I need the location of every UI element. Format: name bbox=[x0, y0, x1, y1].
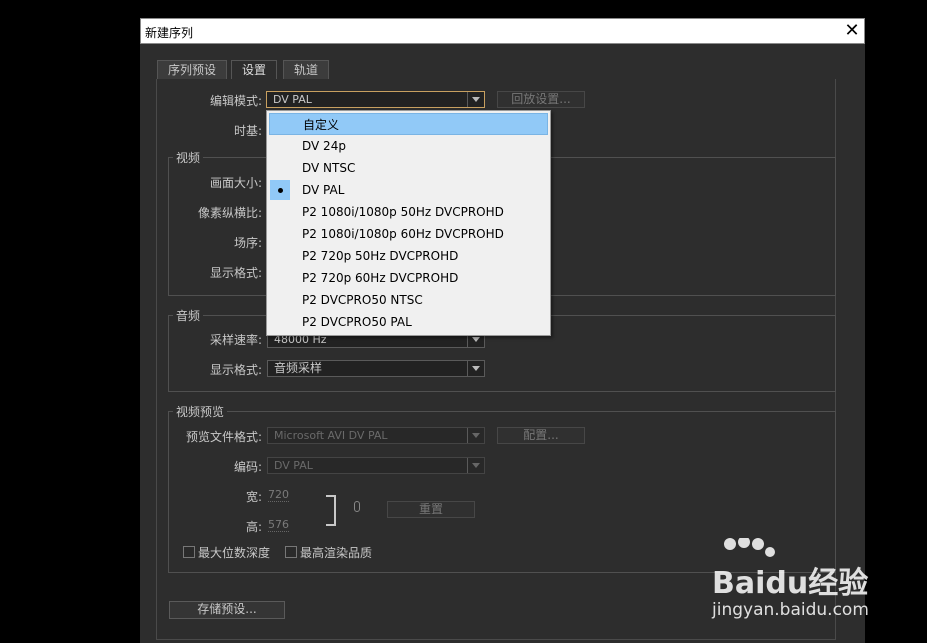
video-preview-group-title: 视频预览 bbox=[173, 403, 228, 420]
fields-label: 场序: bbox=[233, 236, 262, 250]
edit-mode-value: DV PAL bbox=[273, 93, 312, 106]
dropdown-item-dv-ntsc[interactable]: DV NTSC bbox=[269, 157, 548, 179]
max-render-quality-label: 最高渲染品质 bbox=[300, 546, 373, 560]
max-bit-depth-label: 最大位数深度 bbox=[198, 546, 271, 560]
height-label: 高: bbox=[245, 520, 262, 534]
edit-mode-dropdown-list: 自定义 DV 24p DV NTSC DV PAL P2 1080i/1080p… bbox=[266, 110, 551, 336]
link-icon[interactable] bbox=[354, 501, 360, 512]
dropdown-item-p2-1080-60hz[interactable]: P2 1080i/1080p 60Hz DVCPROHD bbox=[269, 223, 548, 245]
tab-tracks[interactable]: 轨道 bbox=[283, 60, 330, 79]
chevron-down-icon bbox=[467, 428, 484, 443]
chevron-down-icon bbox=[467, 92, 484, 107]
chevron-down-icon bbox=[467, 458, 484, 473]
dropdown-item-p2-1080-50hz[interactable]: P2 1080i/1080p 50Hz DVCPROHD bbox=[269, 201, 548, 223]
max-render-quality-checkbox[interactable] bbox=[285, 546, 297, 558]
edit-mode-label: 编辑模式: bbox=[209, 94, 262, 108]
reset-button[interactable]: 重置 bbox=[387, 501, 475, 518]
selected-bullet-icon bbox=[270, 180, 290, 200]
timebase-label: 时基: bbox=[233, 124, 262, 138]
height-value[interactable]: 576 bbox=[268, 518, 289, 532]
codec-label: 编码: bbox=[233, 460, 262, 474]
title-bar: 新建序列 ✕ bbox=[140, 18, 865, 44]
video-group-title: 视频 bbox=[173, 149, 204, 166]
width-label: 宽: bbox=[245, 490, 262, 504]
dropdown-item-p2-720p-60hz[interactable]: P2 720p 60Hz DVCPROHD bbox=[269, 267, 548, 289]
edit-mode-select[interactable]: DV PAL bbox=[266, 91, 485, 108]
preview-file-format-value: Microsoft AVI DV PAL bbox=[274, 429, 388, 442]
dropdown-item-custom[interactable]: 自定义 bbox=[269, 113, 548, 135]
audio-display-format-select[interactable]: 音频采样 bbox=[267, 360, 485, 377]
preview-file-format-label: 预览文件格式: bbox=[185, 430, 262, 444]
watermark-url: jingyan.baidu.com bbox=[712, 600, 869, 620]
dropdown-item-dv-24p[interactable]: DV 24p bbox=[269, 135, 548, 157]
tab-settings[interactable]: 设置 bbox=[231, 60, 278, 79]
tab-sequence-presets[interactable]: 序列预设 bbox=[157, 60, 228, 79]
audio-group-title: 音频 bbox=[173, 307, 204, 324]
close-icon[interactable]: ✕ bbox=[841, 20, 863, 42]
playback-settings-button[interactable]: 回放设置... bbox=[497, 91, 585, 108]
dropdown-item-p2-720p-50hz[interactable]: P2 720p 50Hz DVCPROHD bbox=[269, 245, 548, 267]
dialog-title: 新建序列 bbox=[145, 26, 194, 40]
configure-button[interactable]: 配置... bbox=[497, 427, 585, 444]
audio-display-format-label: 显示格式: bbox=[209, 363, 262, 377]
codec-value: DV PAL bbox=[274, 459, 313, 472]
sample-rate-label: 采样速率: bbox=[209, 333, 262, 347]
audio-display-format-value: 音频采样 bbox=[274, 361, 323, 375]
pixel-aspect-label: 像素纵横比: bbox=[197, 206, 262, 220]
frame-size-label: 画面大小: bbox=[209, 176, 262, 190]
dropdown-item-dv-pal-label: DV PAL bbox=[302, 183, 345, 197]
save-preset-button[interactable]: 存储预设... bbox=[169, 601, 285, 619]
video-display-format-label: 显示格式: bbox=[209, 266, 262, 280]
width-value[interactable]: 720 bbox=[268, 488, 289, 502]
watermark-logo-text: Baidu经验 bbox=[712, 566, 869, 601]
dropdown-item-p2-dvcpro50-pal[interactable]: P2 DVCPRO50 PAL bbox=[269, 311, 548, 333]
max-bit-depth-checkbox[interactable] bbox=[183, 546, 195, 558]
codec-select[interactable]: DV PAL bbox=[267, 457, 485, 474]
dropdown-item-p2-dvcpro50-ntsc[interactable]: P2 DVCPRO50 NTSC bbox=[269, 289, 548, 311]
aspect-bracket bbox=[326, 495, 336, 526]
preview-file-format-select[interactable]: Microsoft AVI DV PAL bbox=[267, 427, 485, 444]
chevron-down-icon bbox=[467, 361, 484, 376]
dropdown-item-dv-pal[interactable]: DV PAL bbox=[269, 179, 548, 201]
